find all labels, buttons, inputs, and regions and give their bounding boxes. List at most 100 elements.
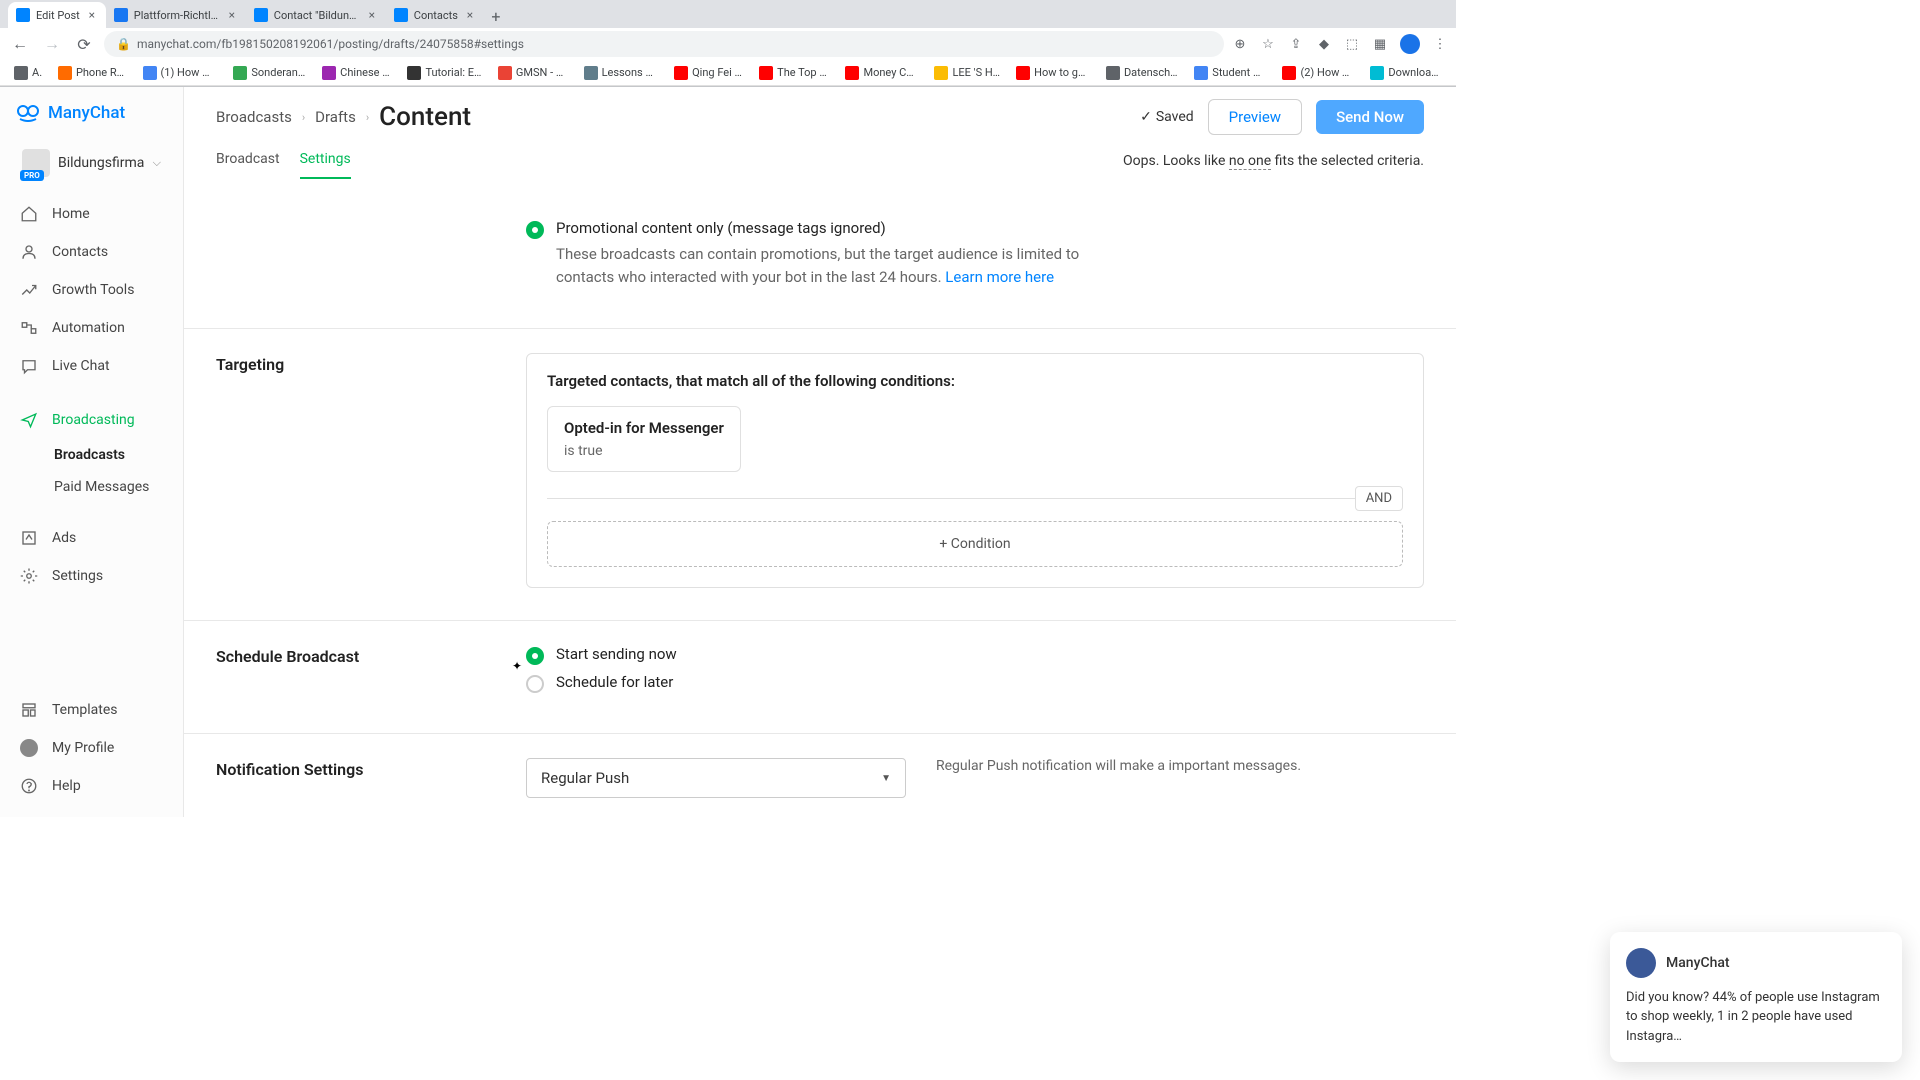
- condition-chip[interactable]: Opted-in for Messenger is true: [547, 406, 741, 472]
- new-tab-button[interactable]: +: [484, 4, 508, 28]
- section-notification: Notification Settings Regular Push ▼ Reg…: [184, 734, 1456, 817]
- bookmark-item[interactable]: Datenschutz – Re…: [1100, 64, 1184, 82]
- targeting-heading: Targeted contacts, that match all of the…: [547, 372, 1403, 390]
- automation-icon: [20, 319, 38, 337]
- radio-option-promotional[interactable]: Promotional content only (message tags i…: [526, 219, 1424, 288]
- bookmark-item[interactable]: How to get more v…: [1010, 64, 1096, 82]
- nav-livechat[interactable]: Live Chat: [0, 347, 183, 385]
- bookmark-item[interactable]: Chinese translati…: [316, 64, 397, 82]
- nav-growth[interactable]: Growth Tools: [0, 271, 183, 309]
- preview-button[interactable]: Preview: [1208, 99, 1302, 135]
- targeting-box: Targeted contacts, that match all of the…: [526, 353, 1424, 588]
- bookmark-item[interactable]: Download - Cooki…: [1364, 64, 1448, 82]
- pro-badge: PRO: [20, 170, 44, 181]
- extension-icon[interactable]: ▦: [1372, 36, 1388, 52]
- nav-paid-messages[interactable]: Paid Messages: [54, 471, 183, 503]
- bookmark-item[interactable]: GMSN - Vologda,…: [492, 64, 574, 82]
- nav-help[interactable]: Help: [0, 767, 183, 805]
- content-scroll[interactable]: Promotional content only (message tags i…: [184, 179, 1456, 817]
- radio-icon: [526, 647, 544, 665]
- tab-title: Plattform-Richtlinien – Übers…: [134, 9, 220, 22]
- breadcrumb-link[interactable]: Broadcasts: [216, 108, 292, 126]
- section-body: Promotional content only (message tags i…: [526, 219, 1424, 296]
- workspace-selector[interactable]: PRO Bildungsfirma ⌵: [8, 143, 175, 183]
- translate-icon[interactable]: ⊕: [1232, 36, 1248, 52]
- check-icon: ✓: [1140, 109, 1152, 125]
- breadcrumb: Broadcasts › Drafts › Content: [216, 102, 471, 132]
- share-icon[interactable]: ⇪: [1288, 36, 1304, 52]
- add-condition-button[interactable]: + Condition: [547, 521, 1403, 567]
- chat-text: Did you know? 44% of people use Instagra…: [1626, 988, 1886, 1047]
- warning-text: Oops. Looks like no one fits the selecte…: [1123, 153, 1424, 169]
- nav-label: Contacts: [52, 244, 108, 260]
- radio-label: Schedule for later: [556, 673, 673, 691]
- bookmark-item[interactable]: Money Changes E…: [839, 64, 924, 82]
- nav-templates[interactable]: Templates: [0, 691, 183, 729]
- home-icon: [20, 205, 38, 223]
- nav-broadcasts[interactable]: Broadcasts: [54, 439, 183, 471]
- sidebar: ManyChat PRO Bildungsfirma ⌵ Home Contac…: [0, 87, 184, 817]
- profile-avatar[interactable]: [1400, 34, 1420, 54]
- page-title: Content: [379, 102, 471, 132]
- close-icon[interactable]: ×: [86, 9, 98, 21]
- and-separator: AND: [547, 486, 1403, 511]
- address-bar[interactable]: 🔒 manychat.com/fb198150208192061/posting…: [104, 31, 1224, 57]
- radio-option-schedule-later[interactable]: Schedule for later: [526, 673, 1424, 693]
- puzzle-icon[interactable]: ⬚: [1344, 36, 1360, 52]
- radio-icon: [526, 675, 544, 693]
- nav-label: Help: [52, 778, 81, 794]
- send-now-button[interactable]: Send Now: [1316, 100, 1424, 134]
- apps-button[interactable]: Apps: [8, 64, 48, 82]
- bookmark-item[interactable]: Lessons Learned f…: [578, 64, 665, 82]
- back-button[interactable]: ←: [8, 32, 32, 56]
- nav-bottom: Templates My Profile Help: [0, 691, 183, 817]
- bookmark-item[interactable]: (2) How To Add A…: [1276, 64, 1360, 82]
- nav-settings[interactable]: Settings: [0, 557, 183, 595]
- star-icon[interactable]: ☆: [1260, 36, 1276, 52]
- notification-select[interactable]: Regular Push ▼: [526, 758, 906, 798]
- bookmark-item[interactable]: Qing Fei De Yi - Y…: [668, 64, 749, 82]
- section-body: Targeted contacts, that match all of the…: [526, 353, 1424, 588]
- logo[interactable]: ManyChat: [0, 101, 183, 143]
- close-icon[interactable]: ×: [366, 9, 378, 21]
- bookmark-item[interactable]: Sonderangebot! A…: [227, 64, 312, 82]
- browser-tab[interactable]: Contacts ×: [386, 2, 484, 28]
- contacts-icon: [20, 243, 38, 261]
- nav-contacts[interactable]: Contacts: [0, 233, 183, 271]
- nav-home[interactable]: Home: [0, 195, 183, 233]
- browser-tab[interactable]: Edit Post ×: [8, 2, 106, 28]
- browser-tab[interactable]: Contact "Bildungsfirma" throu… ×: [246, 2, 386, 28]
- bookmark-item[interactable]: LEE 'S HOUSE—…: [928, 64, 1006, 82]
- learn-more-link[interactable]: Learn more here: [945, 268, 1054, 286]
- bookmark-item[interactable]: Phone Recycling…: [52, 64, 133, 82]
- section-body: Start sending now Schedule for later: [526, 645, 1424, 701]
- nav-ads[interactable]: Ads: [0, 519, 183, 557]
- nav-broadcasting[interactable]: Broadcasting: [0, 401, 183, 439]
- url-text: manychat.com/fb198150208192061/posting/d…: [137, 37, 1212, 51]
- ads-icon: [20, 529, 38, 547]
- breadcrumb-link[interactable]: Drafts: [315, 108, 356, 126]
- reload-button[interactable]: ⟳: [72, 32, 96, 56]
- browser-tab[interactable]: Plattform-Richtlinien – Übers… ×: [106, 2, 246, 28]
- close-icon[interactable]: ×: [464, 9, 476, 21]
- close-icon[interactable]: ×: [226, 9, 238, 21]
- bookmark-item[interactable]: (1) How Working a…: [137, 64, 224, 82]
- nav-profile[interactable]: My Profile: [0, 729, 183, 767]
- bookmark-item[interactable]: The Top 3 Platfor…: [753, 64, 835, 82]
- radio-option-send-now[interactable]: Start sending now: [526, 645, 1424, 665]
- extension-icon[interactable]: ◆: [1316, 36, 1332, 52]
- chat-widget[interactable]: ManyChat Did you know? 44% of people use…: [1610, 932, 1902, 1063]
- bookmark-item[interactable]: Tutorial: Eigene Fa…: [401, 64, 487, 82]
- chevron-right-icon: ›: [366, 111, 369, 124]
- menu-icon[interactable]: ⋮: [1432, 36, 1448, 52]
- tab-title: Contact "Bildungsfirma" throu…: [274, 9, 360, 22]
- nav-label: Ads: [52, 530, 76, 546]
- bookmark-item[interactable]: Student Wants an…: [1188, 64, 1272, 82]
- nav-label: Templates: [52, 702, 118, 718]
- chat-header: ManyChat: [1626, 948, 1886, 978]
- tab-settings[interactable]: Settings: [300, 143, 351, 179]
- nav-automation[interactable]: Automation: [0, 309, 183, 347]
- forward-button[interactable]: →: [40, 32, 64, 56]
- tab-broadcast[interactable]: Broadcast: [216, 143, 280, 179]
- tab-strip: Edit Post × Plattform-Richtlinien – Über…: [0, 0, 1456, 28]
